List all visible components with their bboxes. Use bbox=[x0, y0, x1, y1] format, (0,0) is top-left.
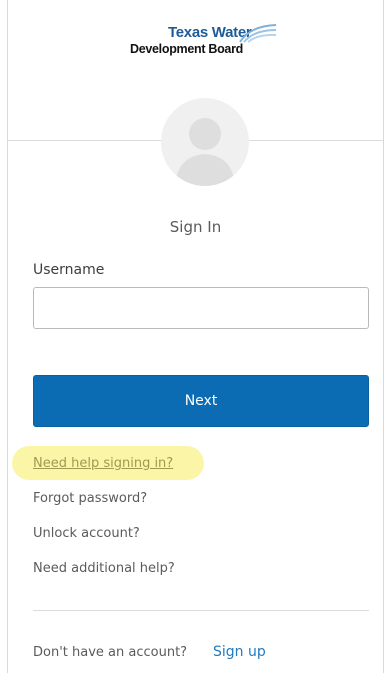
signup-prompt: Don't have an account? bbox=[33, 645, 188, 660]
sign-in-widget: Texas Water Development Board Sign In Us… bbox=[7, 0, 384, 673]
unlock-account-link[interactable]: Unlock account? bbox=[33, 526, 140, 541]
org-logo: Texas Water Development Board bbox=[130, 22, 280, 62]
forgot-password-link[interactable]: Forgot password? bbox=[33, 491, 147, 506]
additional-help-link[interactable]: Need additional help? bbox=[33, 561, 175, 576]
sign-up-link[interactable]: Sign up bbox=[213, 644, 266, 660]
username-input[interactable] bbox=[33, 287, 369, 329]
footer-divider bbox=[33, 610, 369, 611]
next-button[interactable]: Next bbox=[33, 375, 369, 427]
user-silhouette-icon bbox=[161, 98, 249, 186]
username-label: Username bbox=[33, 262, 105, 278]
water-waves-icon bbox=[239, 24, 277, 43]
page-title: Sign In bbox=[169, 218, 222, 236]
avatar bbox=[161, 98, 249, 186]
need-help-link[interactable]: Need help signing in? bbox=[33, 456, 173, 471]
logo-text-line2: Development Board bbox=[130, 42, 243, 56]
